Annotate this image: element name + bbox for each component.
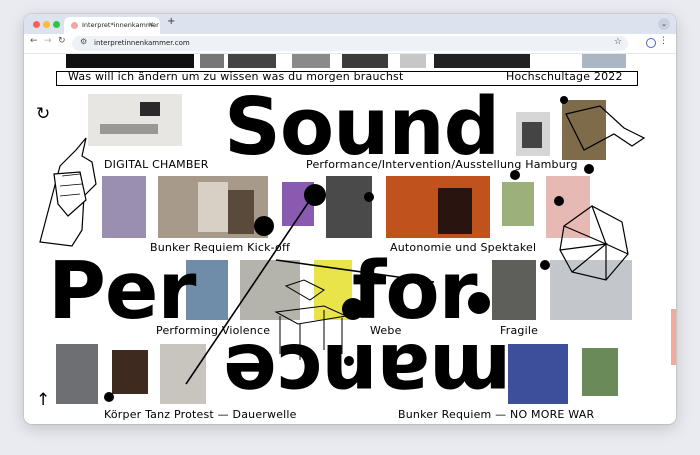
black-dot	[468, 292, 490, 314]
browser-window: Interpret*innenkammer ✕ + ⌄ ← → ↻ ⚙ inte…	[24, 14, 676, 424]
site-info-icon[interactable]: ⚙	[80, 37, 87, 46]
back-icon[interactable]: ←	[30, 36, 38, 46]
bookmark-star-icon[interactable]: ☆	[614, 37, 622, 47]
new-tab-icon[interactable]: +	[167, 16, 175, 27]
scroll-indicator[interactable]	[671, 309, 676, 365]
address-bar[interactable]: ⚙ interpretinnenkammer.com ☆	[72, 36, 628, 51]
browser-toolbar: ← → ↻ ⚙ interpretinnenkammer.com ☆ ⋮	[24, 34, 676, 54]
black-dot	[540, 260, 550, 270]
line-drawings	[39, 105, 646, 385]
figure-drawing	[565, 105, 646, 151]
menu-icon[interactable]: ⋮	[659, 36, 668, 46]
black-dot	[104, 392, 114, 402]
forward-icon[interactable]: →	[44, 36, 52, 46]
browser-tab[interactable]: Interpret*innenkammer ✕	[64, 17, 160, 34]
zoom-window-button[interactable]	[53, 21, 60, 28]
black-dot	[584, 164, 594, 174]
black-dot	[554, 196, 564, 206]
close-window-button[interactable]	[33, 21, 40, 28]
black-dot	[344, 356, 354, 366]
black-dot	[364, 192, 374, 202]
tab-strip: Interpret*innenkammer ✕ + ⌄	[24, 14, 676, 34]
diagonal-lines	[185, 193, 435, 385]
black-dot	[254, 216, 274, 236]
black-dot	[560, 96, 568, 104]
black-dot	[304, 184, 326, 206]
reload-icon[interactable]: ↻	[58, 36, 66, 46]
black-dot	[510, 170, 520, 180]
close-tab-icon[interactable]: ✕	[148, 17, 154, 34]
hand-drawing	[39, 137, 97, 247]
crystal-drawing	[559, 205, 629, 281]
minimize-window-button[interactable]	[43, 21, 50, 28]
black-dot	[342, 298, 364, 320]
favicon-icon	[71, 22, 78, 29]
profile-icon[interactable]	[646, 38, 656, 48]
tab-search-icon[interactable]: ⌄	[658, 18, 670, 30]
url-text: interpretinnenkammer.com	[94, 39, 190, 47]
furniture-drawing	[274, 279, 348, 360]
page-content: Was will ich ändern um zu wissen was du …	[24, 54, 676, 424]
